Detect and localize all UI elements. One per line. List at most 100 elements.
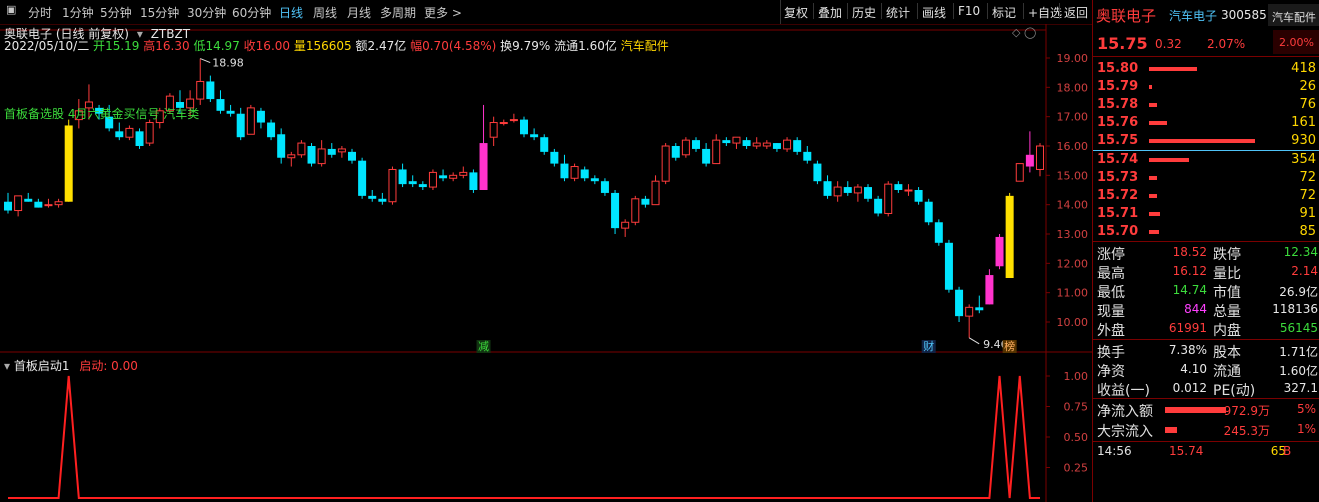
candle-body — [317, 148, 326, 165]
chart-area[interactable]: 19.00 18.00 17.00 16.00 15.00 14.00 13.00 12.00… — [0, 24, 1092, 502]
toolbar-button[interactable]: 叠加 — [818, 4, 842, 21]
circle-icon[interactable]: ◯ — [1024, 26, 1036, 39]
toolbar-button[interactable]: 历史 — [852, 4, 876, 21]
stat-row: 最低 14.74 市值 26.9亿 — [1093, 282, 1319, 301]
bid-volume-bar — [1149, 212, 1160, 216]
stock-sector[interactable]: 汽车电子 — [1169, 7, 1217, 24]
bid-row[interactable]: 15.73 72 — [1093, 169, 1319, 187]
period-tab[interactable]: 分时 — [28, 4, 52, 21]
bid-volume-bar — [1149, 158, 1189, 162]
toolbar-button[interactable]: 复权 — [784, 4, 808, 21]
toolbar-button[interactable]: 返回 — [1064, 4, 1088, 21]
ask-row[interactable]: 15.79 26 — [1093, 78, 1319, 96]
bid-volume-bar — [1149, 176, 1157, 180]
sector-label[interactable]: 汽车配件 — [621, 39, 669, 53]
ask-price: 15.79 — [1097, 79, 1139, 94]
period-toolbar: 分时 1分钟 5分钟 15分钟 30分钟 60分钟 日线 周线 月线 多周期 更多 > ▣ 复权 叠加历… — [0, 0, 1092, 25]
period-tab[interactable]: 1分钟 — [62, 4, 94, 21]
stat-row: 收益(一) 0.012 PE(动) 327.1 — [1093, 380, 1319, 399]
period-tab[interactable]: 5分钟 — [100, 4, 132, 21]
stat-label: 最高 — [1097, 266, 1125, 282]
candle-body — [823, 181, 832, 196]
toolbar-button[interactable]: 画线 — [922, 4, 946, 21]
candle-body — [1015, 163, 1024, 182]
candle-body — [206, 81, 215, 100]
stat-row: 涨停 18.52 跌停 12.34 — [1093, 244, 1319, 263]
tick-time: 14:56 — [1097, 444, 1132, 458]
flow-bar — [1165, 427, 1177, 433]
ask-price: 15.76 — [1097, 115, 1139, 130]
bid-row[interactable]: 15.74 354 — [1093, 151, 1319, 169]
diamond-icon[interactable]: ◇ — [1012, 26, 1020, 39]
ask-row[interactable]: 15.76 161 — [1093, 114, 1319, 132]
bid-volume-bar — [1149, 230, 1159, 234]
period-tab[interactable]: 日线 — [279, 4, 303, 21]
window-icon[interactable]: ▣ — [6, 3, 16, 16]
candle-body — [853, 186, 862, 194]
period-tab[interactable]: 更多 > — [424, 4, 462, 21]
candle-body — [520, 119, 528, 135]
toolbar-button[interactable]: 统计 — [886, 4, 910, 21]
toolbar-button[interactable]: 标记 — [992, 4, 1016, 21]
bid-price: 15.73 — [1097, 170, 1139, 185]
divider — [1093, 56, 1319, 57]
toolbar-button[interactable]: +自选 — [1028, 4, 1062, 21]
stat-value: 14.74 — [1172, 283, 1207, 297]
candle-body — [783, 139, 792, 150]
ask-volume-bar — [1149, 139, 1255, 143]
period-tab[interactable]: 15分钟 — [140, 4, 179, 21]
candle-body — [489, 122, 498, 138]
stat-value: 26.9亿 — [1279, 285, 1318, 299]
range-label: 幅 — [410, 39, 423, 53]
toolbar-separator — [881, 3, 882, 19]
strategy-annotation: 首板备选股 4月六黄金买信号 汽车类 — [4, 107, 200, 121]
candle-body — [499, 122, 508, 125]
bid-row[interactable]: 15.71 91 — [1093, 205, 1319, 223]
candle-body — [864, 187, 872, 199]
quote-panel: 奥联电子 汽车电子 300585 汽车配件 2.00% 15.75 0.32 2… — [1092, 0, 1319, 502]
stat-value: 2.14 — [1291, 264, 1318, 278]
stat-label: 总量 — [1213, 304, 1241, 320]
toolbar-divider — [780, 0, 781, 24]
candle-body — [135, 131, 144, 146]
sector-tab[interactable]: 汽车配件 — [1268, 4, 1319, 26]
candle-body — [14, 195, 23, 212]
stock-name: 奥联电子 — [1096, 7, 1157, 25]
period-tab[interactable]: 30分钟 — [187, 4, 226, 21]
candle-body — [924, 201, 933, 223]
candle-body — [772, 143, 781, 149]
stat-label: 涨停 — [1097, 247, 1125, 263]
ohlc-info: 2022/05/10/二 开15.19 高16.30 低14.97 收16.00… — [4, 37, 669, 54]
candle-body — [702, 148, 711, 164]
period-tab[interactable]: 月线 — [347, 4, 371, 21]
period-tab[interactable]: 60分钟 — [232, 4, 271, 21]
toolbar-separator — [987, 3, 988, 19]
stat-value: 1.60亿 — [1279, 364, 1318, 378]
turnover-label: 换 — [500, 39, 513, 53]
y-tick-label: 18.00 — [1057, 81, 1089, 94]
close-label: 收 — [243, 39, 256, 53]
candle-body — [297, 142, 306, 156]
candle-body — [570, 166, 579, 179]
candle-body — [712, 139, 721, 165]
toolbar-button[interactable]: F10 — [958, 4, 980, 18]
period-tab[interactable]: 多周期 — [380, 4, 416, 21]
toolbar-separator — [1023, 3, 1024, 19]
ask-row[interactable]: 15.75 930 — [1093, 132, 1319, 150]
flow-pct: 5% — [1296, 402, 1316, 416]
bid-row[interactable]: 15.70 85 — [1093, 223, 1319, 241]
stat-value: 7.38% — [1168, 343, 1207, 357]
ask-price: 15.78 — [1097, 97, 1139, 112]
ask-row[interactable]: 15.78 76 — [1093, 96, 1319, 114]
ask-row[interactable]: 15.80 418 — [1093, 60, 1319, 78]
window-controls[interactable]: ◇ ◯ — [1012, 26, 1036, 39]
candle-body — [1005, 195, 1014, 278]
period-tab[interactable]: 周线 — [313, 4, 337, 21]
collapse-icon[interactable]: ▾ — [4, 359, 10, 373]
sub-indicator-title[interactable]: 首板启动1 — [14, 359, 70, 373]
bid-row[interactable]: 15.72 72 — [1093, 187, 1319, 205]
candle-body — [752, 142, 761, 147]
candle-body — [874, 198, 883, 214]
sector-pct-box: 2.00% — [1273, 30, 1319, 54]
candle-body — [995, 236, 1004, 267]
